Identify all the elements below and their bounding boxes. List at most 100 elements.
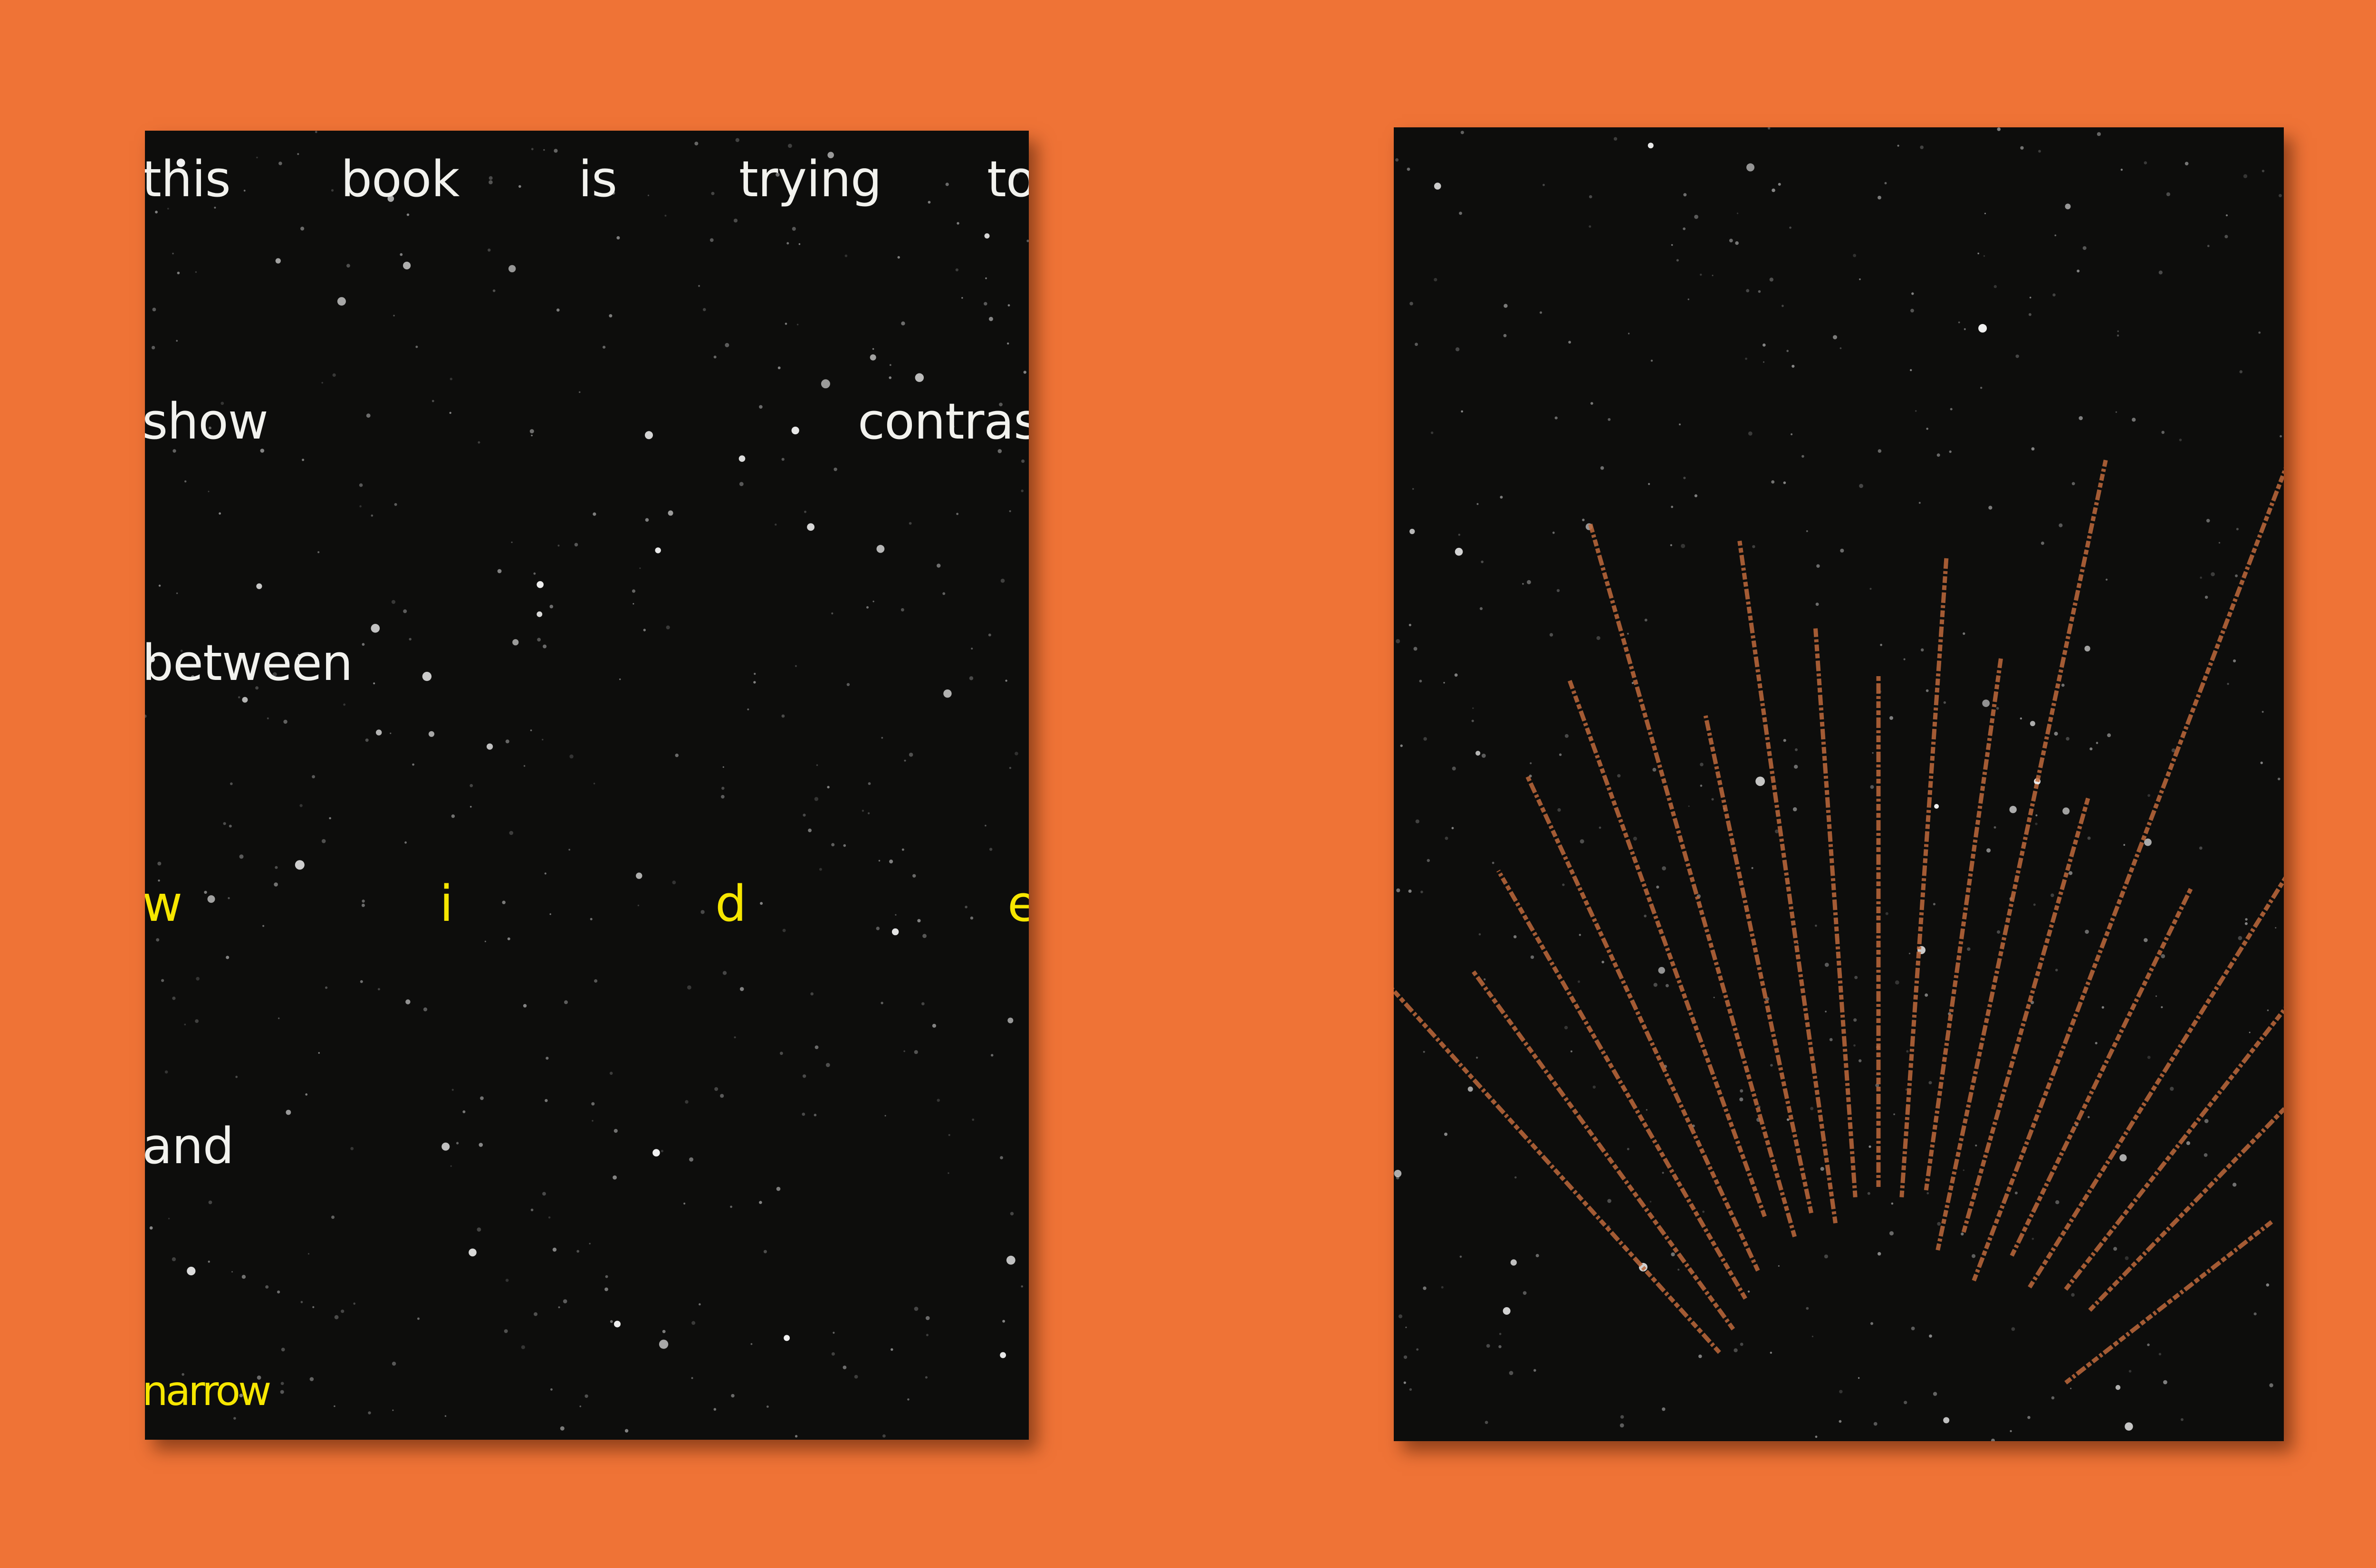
star: [639, 567, 641, 569]
star: [558, 1306, 560, 1309]
star: [632, 589, 636, 593]
star: [624, 1429, 629, 1433]
word-contrast: contrast: [858, 392, 1029, 450]
star: [721, 795, 725, 799]
star: [738, 455, 746, 462]
star: [675, 754, 679, 757]
star: [331, 189, 334, 192]
star: [484, 940, 487, 942]
star: [912, 874, 916, 878]
star: [904, 759, 906, 762]
star: [1005, 679, 1007, 682]
star: [449, 411, 451, 414]
star: [219, 512, 221, 515]
star: [854, 1375, 858, 1379]
star: [609, 314, 613, 318]
star: [659, 1339, 669, 1349]
text-ray: [1472, 970, 1735, 1330]
star: [557, 545, 560, 547]
star: [509, 831, 514, 835]
star: [844, 254, 848, 258]
star: [776, 1186, 781, 1191]
star: [579, 1405, 582, 1407]
star: [550, 1388, 553, 1391]
star: [184, 1023, 186, 1025]
star: [590, 918, 593, 920]
star: [796, 324, 799, 325]
star: [687, 985, 691, 990]
star: [366, 413, 371, 418]
star: [537, 611, 543, 617]
right-page: [1394, 127, 2284, 1441]
star: [489, 176, 493, 180]
star: [315, 131, 317, 134]
star: [360, 980, 363, 983]
star: [161, 979, 164, 982]
star: [334, 1405, 335, 1407]
star: [176, 592, 178, 594]
star: [722, 971, 727, 975]
star: [409, 638, 412, 641]
star: [1021, 459, 1025, 463]
star: [1000, 1156, 1003, 1159]
star: [341, 1310, 345, 1313]
star: [478, 441, 480, 444]
star: [872, 601, 874, 602]
star: [274, 882, 278, 887]
star: [668, 510, 673, 516]
star: [497, 569, 502, 574]
star: [584, 1394, 588, 1398]
star: [297, 153, 299, 155]
star: [645, 518, 649, 522]
star: [750, 1343, 753, 1345]
star: [889, 376, 891, 379]
star: [239, 854, 244, 859]
star: [391, 600, 396, 604]
star: [256, 156, 258, 159]
star: [891, 928, 899, 936]
star: [876, 545, 885, 553]
star: [574, 543, 578, 547]
star: [643, 629, 646, 631]
star: [645, 431, 653, 440]
text-ray: [1961, 797, 2090, 1233]
star: [803, 813, 806, 817]
star: [777, 366, 781, 370]
star: [725, 343, 729, 347]
star: [376, 729, 382, 736]
star: [275, 866, 278, 869]
star: [196, 977, 200, 981]
star: [208, 490, 210, 492]
star: [223, 822, 226, 825]
star: [531, 148, 534, 151]
star: [709, 238, 714, 242]
star: [403, 609, 407, 613]
star: [691, 1321, 696, 1325]
star: [226, 956, 230, 959]
star: [480, 1096, 484, 1100]
star: [971, 648, 973, 650]
star: [488, 249, 491, 252]
star: [795, 1435, 798, 1438]
star: [843, 844, 846, 847]
star: [530, 1208, 534, 1212]
star: [984, 233, 990, 239]
star: [720, 1094, 724, 1098]
star: [753, 681, 756, 684]
star: [791, 426, 799, 435]
star: [295, 860, 305, 870]
star: [318, 1052, 320, 1054]
star: [1007, 1017, 1014, 1023]
star: [945, 182, 949, 186]
star: [1009, 510, 1011, 512]
star: [300, 1300, 303, 1303]
star: [265, 1285, 269, 1289]
star: [775, 523, 777, 526]
star: [560, 1426, 565, 1431]
star: [786, 242, 789, 245]
star: [1010, 1212, 1014, 1215]
star: [184, 480, 187, 483]
star: [683, 1203, 686, 1205]
star: [280, 1382, 284, 1386]
star: [152, 307, 156, 312]
